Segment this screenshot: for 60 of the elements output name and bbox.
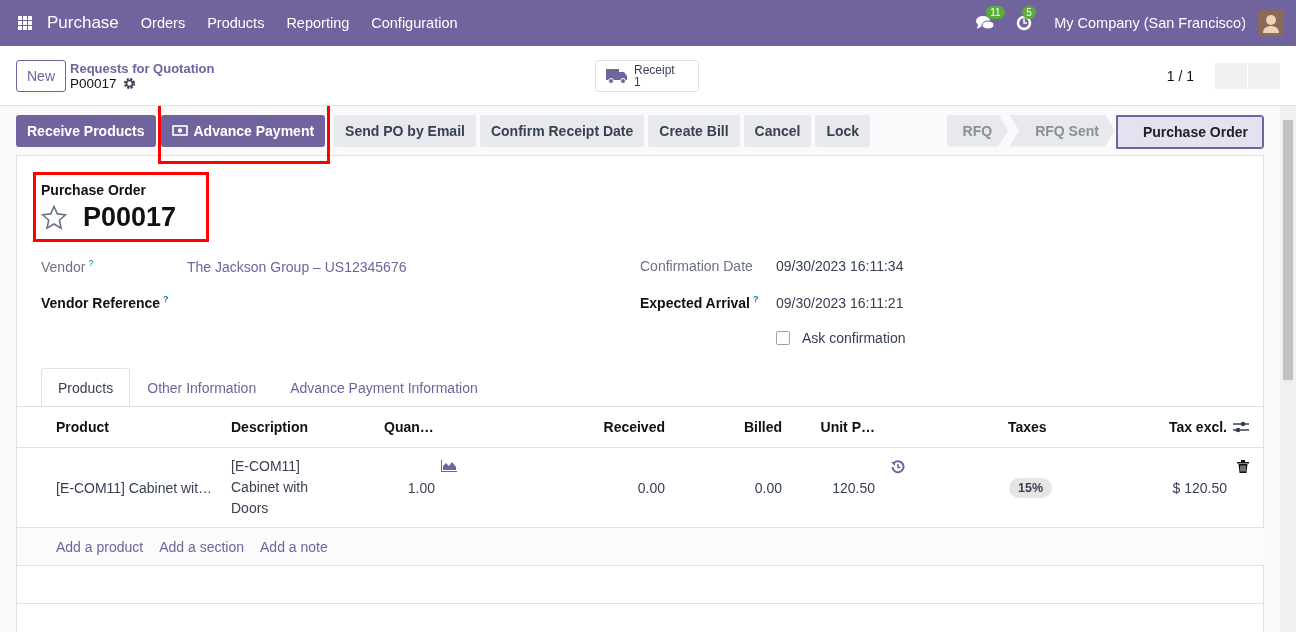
banknote-icon: [171, 125, 188, 136]
add-line-link[interactable]: Add a section: [159, 538, 244, 555]
new-button[interactable]: New: [16, 59, 66, 92]
app-name[interactable]: Purchase: [47, 13, 119, 33]
checkbox-label: Ask confirmation: [802, 330, 906, 346]
chat-icon[interactable]: [976, 15, 995, 31]
add-line-link[interactable]: Add a product: [56, 538, 144, 555]
menu-item[interactable]: Configuration: [371, 11, 458, 35]
action-button[interactable]: Advance Payment: [160, 114, 326, 147]
menu-item[interactable]: Reporting: [286, 11, 350, 35]
form-title-label: Purchase Order: [41, 182, 148, 198]
column-header[interactable]: Received: [481, 407, 671, 448]
column-header[interactable]: Taxes: [991, 407, 1121, 448]
pager-value: 1 / 1: [1166, 67, 1194, 84]
message-count-badge: 11: [986, 6, 1005, 19]
column-settings-icon[interactable]: [1233, 420, 1249, 434]
breadcrumb-current: P00017: [70, 75, 117, 91]
user-avatar[interactable]: [1258, 10, 1284, 36]
date-value: 09/30/2023 16:11:21: [776, 294, 904, 311]
field-label: Vendor $^{?}$: [41, 258, 95, 275]
truck-icon: [606, 67, 628, 84]
field-label: Vendor Reference $^{?}$: [41, 294, 170, 311]
column-header[interactable]: Billed: [671, 407, 788, 448]
menu-item[interactable]: Products: [207, 11, 265, 35]
gear-icon[interactable]: [122, 76, 136, 90]
field-label: Confirmation Date: [640, 258, 754, 274]
receipt-smart-button[interactable]: Receipt 1: [595, 59, 699, 92]
status-step[interactable]: Purchase Order: [1115, 114, 1264, 149]
breadcrumb-link[interactable]: Requests for Quotation: [70, 60, 595, 76]
star-icon[interactable]: [41, 205, 67, 230]
clock-icon[interactable]: [1016, 15, 1033, 31]
column-header[interactable]: Description: [221, 407, 371, 448]
column-header[interactable]: Tax excl.: [1121, 407, 1233, 448]
add-line-link[interactable]: Add a note: [260, 538, 328, 555]
menu-item[interactable]: Orders: [140, 11, 186, 35]
apps-grid-icon[interactable]: [18, 16, 32, 30]
scrollbar[interactable]: [1280, 106, 1296, 632]
field-label: Expected Arrival $^{?}$: [640, 294, 760, 311]
delete-icon[interactable]: [1237, 460, 1249, 473]
record-name: P00017: [83, 202, 177, 233]
action-button[interactable]: Create Bill: [648, 114, 740, 147]
tab[interactable]: Advance Payment Information: [273, 368, 495, 406]
company-name[interactable]: My Company (San Francisco): [1054, 15, 1246, 31]
action-button[interactable]: Cancel: [743, 114, 812, 147]
area-chart-icon[interactable]: [441, 460, 457, 472]
column-header[interactable]: Quan…: [371, 407, 441, 448]
checkbox[interactable]: [776, 331, 790, 345]
tab[interactable]: Other Information: [130, 368, 274, 406]
action-button[interactable]: Lock: [815, 114, 871, 147]
tab[interactable]: Products: [41, 368, 131, 406]
column-header[interactable]: Product: [47, 407, 221, 448]
action-button[interactable]: Receive Products: [16, 114, 156, 147]
column-header[interactable]: Unit P…: [788, 407, 881, 448]
action-button[interactable]: Confirm Receipt Date: [479, 114, 645, 147]
activity-count-badge: 5: [1022, 6, 1036, 19]
vendor-link[interactable]: The Jackson Group – US12345676: [187, 258, 407, 275]
history-icon[interactable]: [891, 460, 905, 474]
action-button[interactable]: Send PO by Email: [334, 114, 476, 147]
tax-tag: 15%: [1009, 477, 1053, 498]
date-value: 09/30/2023 16:11:34: [776, 258, 904, 274]
